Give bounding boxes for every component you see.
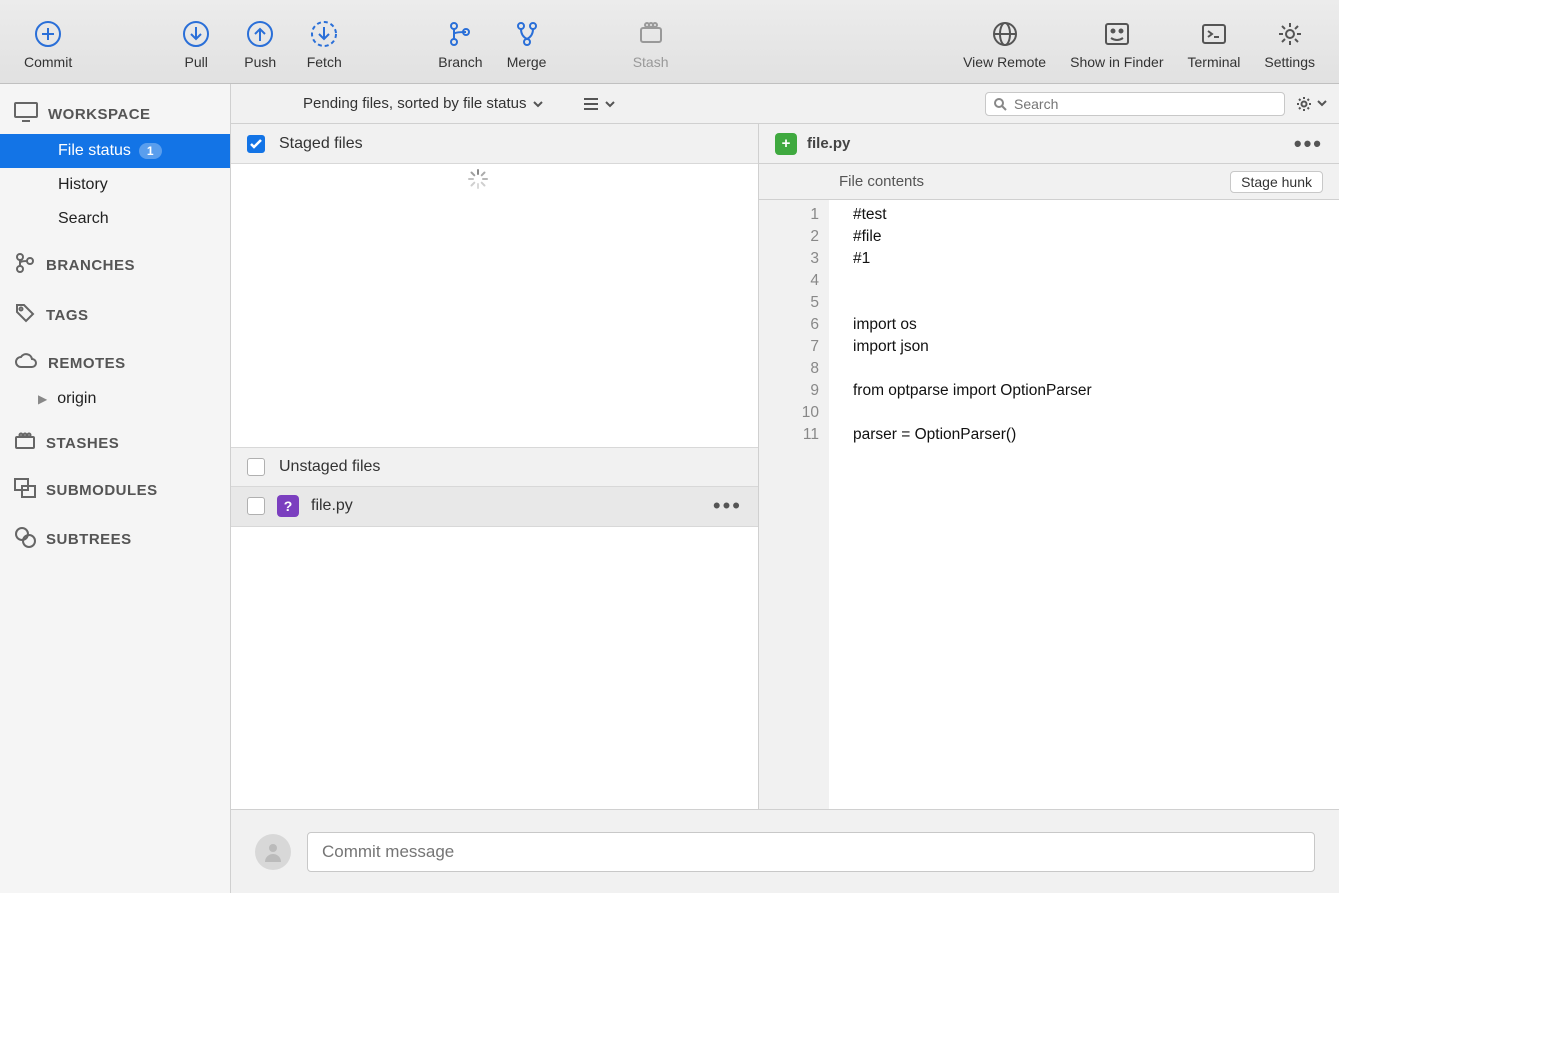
options-gear-dropdown[interactable] [1295,95,1327,113]
staged-area [231,164,758,447]
branch-icon [440,14,480,54]
list-icon [584,98,598,110]
file-row[interactable]: ? file.py ••• [231,487,758,527]
sidebar: WORKSPACE File status 1 History Search B… [0,84,231,893]
file-status-badge: 1 [139,143,162,159]
terminal-button[interactable]: Terminal [1176,8,1253,76]
pull-icon [176,14,216,54]
fetch-button[interactable]: Fetch [292,8,356,76]
sidebar-item-origin[interactable]: ▶ origin [0,382,230,416]
diff-header: + file.py ••• [759,124,1339,164]
hunk-label: File contents [839,173,924,190]
diff-pane: + file.py ••• File contents Stage hunk 1… [759,124,1339,809]
unstaged-header: Unstaged files [231,447,758,487]
file-actions-button[interactable]: ••• [713,493,742,519]
branch-icon [14,252,36,278]
staged-checkbox[interactable] [247,135,265,153]
sidebar-workspace-header[interactable]: WORKSPACE [0,92,230,134]
sidebar-item-file-status[interactable]: File status 1 [0,134,230,168]
filter-dropdown[interactable]: Pending files, sorted by file status [303,95,544,112]
search-icon [993,97,1007,111]
sidebar-item-search[interactable]: Search [0,202,230,236]
file-name: file.py [311,497,353,515]
added-status-icon: + [775,133,797,155]
finder-icon [1097,14,1137,54]
line-gutter: 1234567891011 [759,200,829,809]
plus-circle-icon [28,14,68,54]
sidebar-subtrees-header[interactable]: SUBTREES [0,516,230,560]
sidebar-tags-header[interactable]: TAGS [0,292,230,336]
commit-bar [231,809,1339,893]
branch-button[interactable]: Branch [426,8,494,76]
terminal-icon [1194,14,1234,54]
chevron-down-icon [604,95,616,113]
sidebar-branches-header[interactable]: BRANCHES [0,242,230,286]
search-wrapper [985,92,1285,116]
avatar [255,834,291,870]
spinner-icon [467,168,489,195]
view-remote-button[interactable]: View Remote [951,8,1058,76]
unstaged-checkbox[interactable] [247,458,265,476]
view-mode-dropdown[interactable] [584,95,616,113]
pull-button[interactable]: Pull [164,8,228,76]
sidebar-remotes-header[interactable]: REMOTES [0,342,230,382]
staged-label: Staged files [279,135,363,153]
subtree-icon [14,526,36,552]
commit-message-input[interactable] [307,832,1315,872]
filter-bar: Pending files, sorted by file status [231,84,1339,124]
unknown-status-icon: ? [277,495,299,517]
code-area: 1234567891011 #test#file#1import osimpor… [759,200,1339,809]
push-icon [240,14,280,54]
stage-hunk-button[interactable]: Stage hunk [1230,171,1323,193]
commit-button[interactable]: Commit [12,8,84,76]
unstaged-area [231,527,758,810]
fetch-icon [304,14,344,54]
search-input[interactable] [985,92,1285,116]
diff-filename: file.py [807,135,850,152]
stash-button[interactable]: Stash [619,8,683,76]
push-button[interactable]: Push [228,8,292,76]
settings-button[interactable]: Settings [1252,8,1327,76]
chevron-down-icon [1317,100,1327,107]
code-content: #test#file#1import osimport jsonfrom opt… [829,200,1339,809]
merge-button[interactable]: Merge [495,8,559,76]
staged-header: Staged files [231,124,758,164]
monitor-icon [14,102,38,126]
toolbar: Commit Pull Push Fetch Bra [0,0,1339,84]
tag-icon [14,302,36,328]
cloud-icon [14,352,38,374]
chevron-right-icon: ▶ [38,392,47,406]
unstaged-label: Unstaged files [279,458,380,476]
gear-icon [1270,14,1310,54]
file-checkbox[interactable] [247,497,265,515]
gear-icon [1295,95,1313,113]
stash-icon [631,14,671,54]
diff-actions-button[interactable]: ••• [1294,131,1323,157]
stash-icon [14,432,36,454]
merge-icon [507,14,547,54]
hunk-header: File contents Stage hunk [759,164,1339,200]
show-in-finder-button[interactable]: Show in Finder [1058,8,1175,76]
file-pane: Staged files Unstaged files ? file.py ••… [231,124,759,809]
sidebar-item-history[interactable]: History [0,168,230,202]
globe-icon [985,14,1025,54]
submodule-icon [14,478,36,502]
sidebar-stashes-header[interactable]: STASHES [0,422,230,462]
chevron-down-icon [532,95,544,112]
sidebar-submodules-header[interactable]: SUBMODULES [0,468,230,510]
